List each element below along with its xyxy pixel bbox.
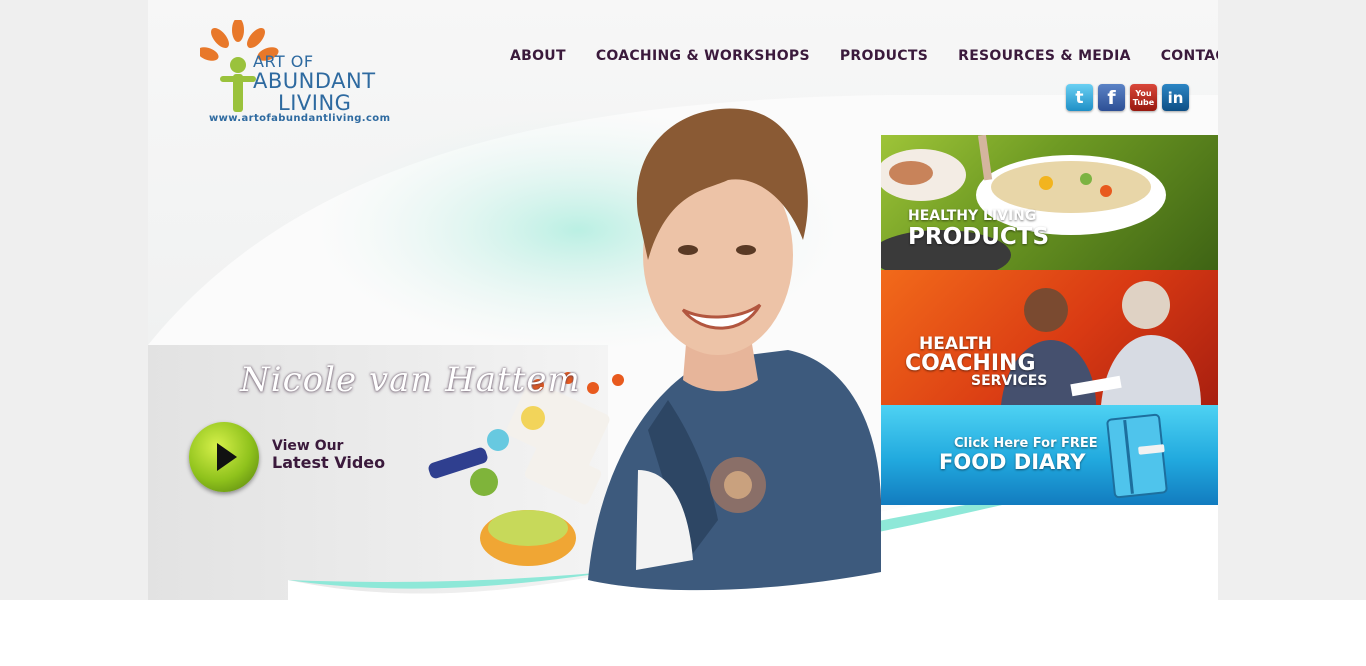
linkedin-glyph: in (1167, 88, 1184, 107)
panel-products-line-2: PRODUCTS (908, 224, 1050, 250)
logo-line-1: ART OF (253, 52, 314, 71)
facebook-icon[interactable]: f (1098, 84, 1125, 111)
nav-about[interactable]: ABOUT (510, 48, 566, 64)
play-icon (217, 443, 237, 471)
nav-products[interactable]: PRODUCTS (840, 48, 928, 64)
nav-contact[interactable]: CONTACT (1161, 48, 1218, 64)
video-line-1: View Our (272, 438, 344, 454)
logo-url: www.artofabundantliving.com (209, 113, 391, 124)
logo-line-3: LIVING (278, 91, 352, 115)
logo-wordmark: ART OF ABUNDANT LIVING (253, 54, 376, 114)
linkedin-icon[interactable]: in (1162, 84, 1189, 111)
play-video-button[interactable] (189, 422, 259, 492)
panel-coaching-line-3: SERVICES (971, 373, 1048, 389)
hero-stage: ART OF ABUNDANT LIVING www.artofabundant… (148, 0, 1218, 600)
youtube-glyph-bottom: Tube (1132, 97, 1155, 107)
panel-diary-line-2: FOOD DIARY (939, 450, 1086, 474)
panel-products-line-1: HEALTHY LIVING (908, 208, 1037, 224)
main-nav: ABOUT COACHING & WORKSHOPS PRODUCTS RESO… (510, 48, 1218, 64)
healthy-living-products-panel[interactable]: HEALTHY LIVING PRODUCTS (881, 135, 1218, 270)
youtube-glyph-top: You (1135, 88, 1152, 98)
video-link[interactable]: View Our Latest Video (272, 438, 385, 472)
nav-resources-media[interactable]: RESOURCES & MEDIA (958, 48, 1131, 64)
video-line-2: Latest Video (272, 453, 386, 473)
panel-coaching-line-2: COACHING (905, 351, 1036, 376)
youtube-icon[interactable]: You Tube (1130, 84, 1157, 111)
site-logo[interactable]: ART OF ABUNDANT LIVING www.artofabundant… (200, 20, 400, 130)
twitter-glyph: t (1075, 87, 1084, 108)
twitter-icon[interactable]: t (1066, 84, 1093, 111)
facebook-glyph: f (1107, 86, 1116, 109)
panel-diary-line-1: Click Here For FREE (954, 436, 1098, 451)
nav-coaching-workshops[interactable]: COACHING & WORKSHOPS (596, 48, 810, 64)
health-coaching-services-panel[interactable]: HEALTH COACHING SERVICES (881, 270, 1218, 405)
social-links: t f You Tube in (1066, 84, 1189, 111)
free-food-diary-panel[interactable]: Click Here For FREE FOOD DIARY (881, 405, 1218, 505)
logo-line-2: ABUNDANT (253, 69, 376, 93)
signature-name: Nicole van Hattem (240, 360, 581, 400)
